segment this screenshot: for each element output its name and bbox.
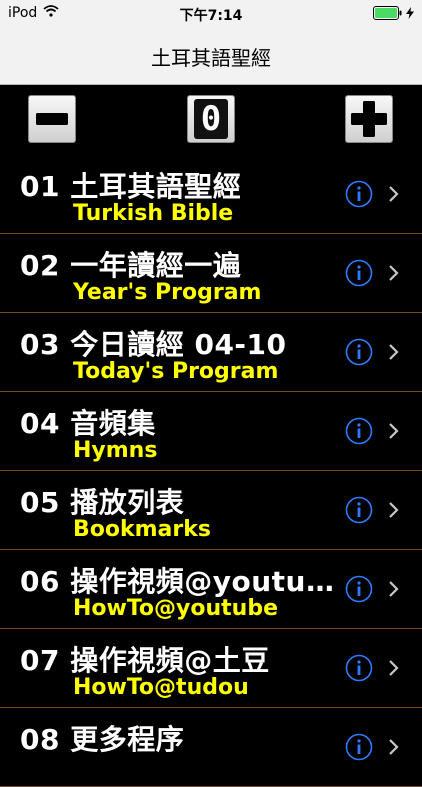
info-icon[interactable] [345,180,373,208]
list-item-title: 08 更多程序 [20,723,185,756]
status-time: 下午7:14 [179,8,243,24]
list-item-bookmarks[interactable]: 05 播放列表 Bookmarks [0,471,422,550]
chevron-right-icon [389,502,399,518]
chevron-right-icon [389,423,399,439]
chevron-right-icon [389,739,399,755]
list-item-title: 03 今日讀經 04-10 [20,328,287,361]
list-item-howto-youtube[interactable]: 06 操作視頻@youtube HowTo@youtube [0,550,422,629]
list-item-title: 04 音頻集 [20,407,156,440]
counter-button[interactable]: 0 [187,95,235,143]
info-icon[interactable] [345,259,373,287]
increase-button[interactable] [345,95,393,143]
list-item-year-program[interactable]: 02 一年讀經一遍 Year's Program [0,234,422,313]
info-icon[interactable] [345,496,373,524]
counter-value: 0 [194,99,228,139]
list-item-title: 05 播放列表 [20,486,185,519]
chevron-right-icon [389,344,399,360]
chevron-right-icon [389,186,399,202]
info-icon[interactable] [345,733,373,761]
battery-icon [373,6,403,24]
minus-icon [36,113,68,125]
charging-bolt-icon [406,7,414,23]
chevron-right-icon [389,265,399,281]
list-item-subtitle: HowTo@youtube [73,596,279,621]
status-bar: iPod 下午7:14 [0,0,422,28]
navigation-bar: 土耳其語聖經 [0,28,422,85]
decrease-button[interactable] [28,95,76,143]
chevron-right-icon [389,581,399,597]
list-item-title: 06 操作視頻@youtube [20,565,338,598]
list-item-more-apps[interactable]: 08 更多程序 [0,708,422,787]
list-item-subtitle: HowTo@tudou [73,675,249,700]
list-item-subtitle: Turkish Bible [73,201,234,226]
list-item-today-program[interactable]: 03 今日讀經 04-10 Today's Program [0,313,422,392]
plus-icon [351,101,387,137]
list-item-subtitle: Hymns [73,438,158,463]
list-item-hymns[interactable]: 04 音頻集 Hymns [0,392,422,471]
chevron-right-icon [389,660,399,676]
page-title: 土耳其語聖經 [151,46,271,70]
list-item-howto-tudou[interactable]: 07 操作視頻@土豆 HowTo@tudou [0,629,422,708]
list-item-subtitle: Today's Program [73,359,279,384]
info-icon[interactable] [345,575,373,603]
list-item-subtitle: Bookmarks [73,517,211,542]
list-item-title: 07 操作視頻@土豆 [20,644,270,677]
status-right [373,6,414,24]
menu-list: 01 土耳其語聖經 Turkish Bible 02 一年讀經一遍 Year's… [0,155,422,787]
info-icon[interactable] [345,654,373,682]
list-item-subtitle: Year's Program [73,280,262,305]
list-item-title: 01 土耳其語聖經 [20,170,242,203]
list-item-turkish-bible[interactable]: 01 土耳其語聖經 Turkish Bible [0,155,422,234]
info-icon[interactable] [345,338,373,366]
list-item-title: 02 一年讀經一遍 [20,249,242,282]
info-icon[interactable] [345,417,373,445]
toolbar: 0 [0,85,422,155]
